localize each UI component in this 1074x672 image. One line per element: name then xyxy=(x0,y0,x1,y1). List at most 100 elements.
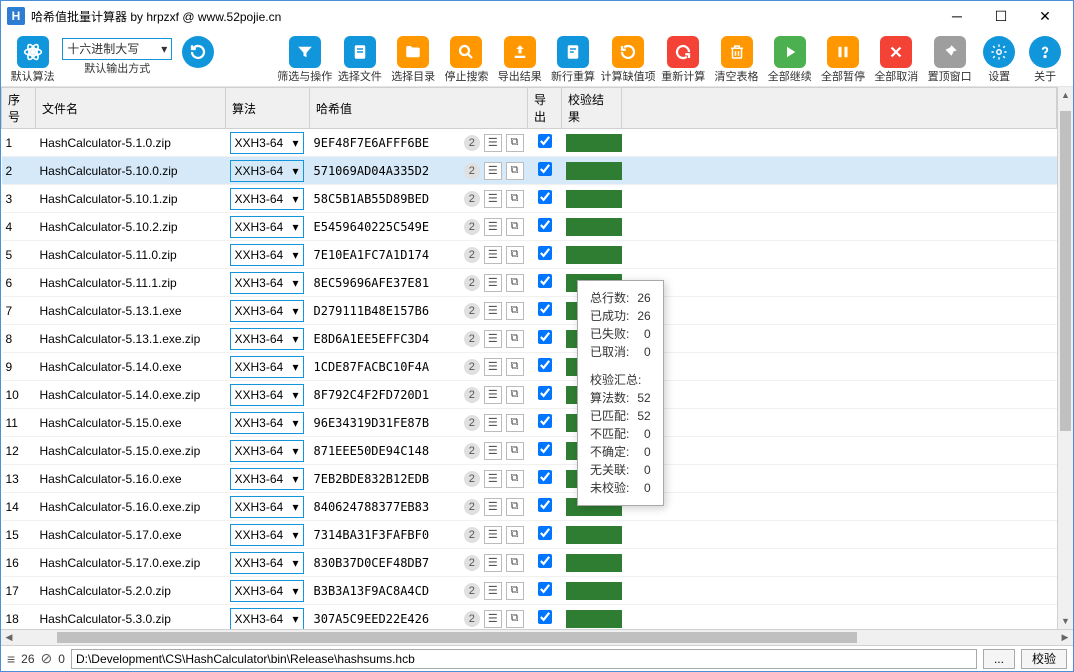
export-checkbox[interactable] xyxy=(538,190,552,204)
all-pause-button[interactable]: 全部暂停 xyxy=(817,34,868,86)
refresh-button[interactable] xyxy=(176,34,220,86)
verify-path-input[interactable] xyxy=(71,649,977,669)
algo-select[interactable]: XXH3-64▾ xyxy=(230,244,304,266)
col-filename[interactable]: 文件名 xyxy=(36,88,226,129)
table-row[interactable]: 5 HashCalculator-5.11.0.zip XXH3-64▾ 7E1… xyxy=(2,241,1057,269)
clear-button[interactable]: 清空表格 xyxy=(711,34,762,86)
table-row[interactable]: 10 HashCalculator-5.14.0.exe.zip XXH3-64… xyxy=(2,381,1057,409)
stop-search-button[interactable]: 停止搜索 xyxy=(441,34,492,86)
table-row[interactable]: 18 HashCalculator-5.3.0.zip XXH3-64▾ 307… xyxy=(2,605,1057,630)
menu-icon[interactable]: ≡ xyxy=(7,651,15,667)
copy-button[interactable]: ⧉ xyxy=(506,470,524,488)
settings-button[interactable]: 设置 xyxy=(977,34,1021,86)
table-row[interactable]: 8 HashCalculator-5.13.1.exe.zip XXH3-64▾… xyxy=(2,325,1057,353)
copy-button[interactable]: ⧉ xyxy=(506,358,524,376)
export-checkbox[interactable] xyxy=(538,582,552,596)
scroll-up-icon[interactable]: ▲ xyxy=(1058,87,1073,103)
algo-select[interactable]: XXH3-64▾ xyxy=(230,412,304,434)
export-checkbox[interactable] xyxy=(538,414,552,428)
algo-select[interactable]: XXH3-64▾ xyxy=(230,496,304,518)
copy-button[interactable]: ⧉ xyxy=(506,414,524,432)
table-row[interactable]: 2 HashCalculator-5.10.0.zip XXH3-64▾ 571… xyxy=(2,157,1057,185)
detail-button[interactable]: ☰ xyxy=(484,190,502,208)
export-checkbox[interactable] xyxy=(538,162,552,176)
copy-button[interactable]: ⧉ xyxy=(506,330,524,348)
algo-select[interactable]: XXH3-64▾ xyxy=(230,440,304,462)
detail-button[interactable]: ☰ xyxy=(484,554,502,572)
col-index[interactable]: 序号 xyxy=(2,88,36,129)
detail-button[interactable]: ☰ xyxy=(484,442,502,460)
vertical-scrollbar[interactable]: ▲ ▼ xyxy=(1057,87,1073,629)
detail-button[interactable]: ☰ xyxy=(484,470,502,488)
detail-button[interactable]: ☰ xyxy=(484,302,502,320)
detail-button[interactable]: ☰ xyxy=(484,162,502,180)
output-mode-select[interactable]: 十六进制大写 ▾ xyxy=(62,38,172,60)
export-checkbox[interactable] xyxy=(538,610,552,624)
table-row[interactable]: 1 HashCalculator-5.1.0.zip XXH3-64▾ 9EF4… xyxy=(2,129,1057,157)
table-row[interactable]: 14 HashCalculator-5.16.0.exe.zip XXH3-64… xyxy=(2,493,1057,521)
copy-button[interactable]: ⧉ xyxy=(506,498,524,516)
table-row[interactable]: 7 HashCalculator-5.13.1.exe XXH3-64▾ D27… xyxy=(2,297,1057,325)
close-button[interactable]: ✕ xyxy=(1023,1,1067,31)
export-checkbox[interactable] xyxy=(538,246,552,260)
about-button[interactable]: 关于 xyxy=(1023,34,1067,86)
all-cancel-button[interactable]: 全部取消 xyxy=(871,34,922,86)
table-row[interactable]: 4 HashCalculator-5.10.2.zip XXH3-64▾ E54… xyxy=(2,213,1057,241)
export-checkbox[interactable] xyxy=(538,470,552,484)
export-checkbox[interactable] xyxy=(538,330,552,344)
table-row[interactable]: 9 HashCalculator-5.14.0.exe XXH3-64▾ 1CD… xyxy=(2,353,1057,381)
table-row[interactable]: 12 HashCalculator-5.15.0.exe.zip XXH3-64… xyxy=(2,437,1057,465)
table-row[interactable]: 6 HashCalculator-5.11.1.zip XXH3-64▾ 8EC… xyxy=(2,269,1057,297)
copy-button[interactable]: ⧉ xyxy=(506,134,524,152)
algo-select[interactable]: XXH3-64▾ xyxy=(230,216,304,238)
algo-select[interactable]: XXH3-64▾ xyxy=(230,608,304,630)
copy-button[interactable]: ⧉ xyxy=(506,218,524,236)
export-checkbox[interactable] xyxy=(538,498,552,512)
export-checkbox[interactable] xyxy=(538,554,552,568)
new-recalc-button[interactable]: 新行重算 xyxy=(547,34,598,86)
algo-select[interactable]: XXH3-64▾ xyxy=(230,468,304,490)
detail-button[interactable]: ☰ xyxy=(484,498,502,516)
export-checkbox[interactable] xyxy=(538,274,552,288)
scroll-thumb[interactable] xyxy=(1060,111,1071,431)
minimize-button[interactable]: ─ xyxy=(935,1,979,31)
copy-button[interactable]: ⧉ xyxy=(506,274,524,292)
export-checkbox[interactable] xyxy=(538,442,552,456)
export-checkbox[interactable] xyxy=(538,526,552,540)
copy-button[interactable]: ⧉ xyxy=(506,162,524,180)
col-export[interactable]: 导出 xyxy=(528,88,562,129)
detail-button[interactable]: ☰ xyxy=(484,218,502,236)
col-result[interactable]: 校验结果 xyxy=(562,88,622,129)
detail-button[interactable]: ☰ xyxy=(484,330,502,348)
scroll-down-icon[interactable]: ▼ xyxy=(1058,613,1073,629)
export-checkbox[interactable] xyxy=(538,218,552,232)
all-continue-button[interactable]: 全部继续 xyxy=(764,34,815,86)
table-row[interactable]: 3 HashCalculator-5.10.1.zip XXH3-64▾ 58C… xyxy=(2,185,1057,213)
algo-select[interactable]: XXH3-64▾ xyxy=(230,580,304,602)
col-hash[interactable]: 哈希值 xyxy=(310,88,528,129)
copy-button[interactable]: ⧉ xyxy=(506,190,524,208)
copy-button[interactable]: ⧉ xyxy=(506,442,524,460)
algo-select[interactable]: XXH3-64▾ xyxy=(230,384,304,406)
export-checkbox[interactable] xyxy=(538,302,552,316)
table-row[interactable]: 15 HashCalculator-5.17.0.exe XXH3-64▾ 73… xyxy=(2,521,1057,549)
detail-button[interactable]: ☰ xyxy=(484,610,502,628)
export-checkbox[interactable] xyxy=(538,386,552,400)
recalc-button[interactable]: 重新计算 xyxy=(658,34,709,86)
table-row[interactable]: 17 HashCalculator-5.2.0.zip XXH3-64▾ B3B… xyxy=(2,577,1057,605)
algo-select[interactable]: XXH3-64▾ xyxy=(230,524,304,546)
copy-button[interactable]: ⧉ xyxy=(506,554,524,572)
algo-select[interactable]: XXH3-64▾ xyxy=(230,188,304,210)
copy-button[interactable]: ⧉ xyxy=(506,582,524,600)
link-icon[interactable]: ⊘ xyxy=(41,650,53,667)
detail-button[interactable]: ☰ xyxy=(484,134,502,152)
browse-button[interactable]: ... xyxy=(983,649,1015,669)
maximize-button[interactable]: ☐ xyxy=(979,1,1023,31)
detail-button[interactable]: ☰ xyxy=(484,386,502,404)
filter-button[interactable]: 筛选与操作 xyxy=(277,34,332,86)
copy-button[interactable]: ⧉ xyxy=(506,610,524,628)
detail-button[interactable]: ☰ xyxy=(484,246,502,264)
pin-button[interactable]: 置顶窗口 xyxy=(924,34,975,86)
detail-button[interactable]: ☰ xyxy=(484,526,502,544)
copy-button[interactable]: ⧉ xyxy=(506,386,524,404)
